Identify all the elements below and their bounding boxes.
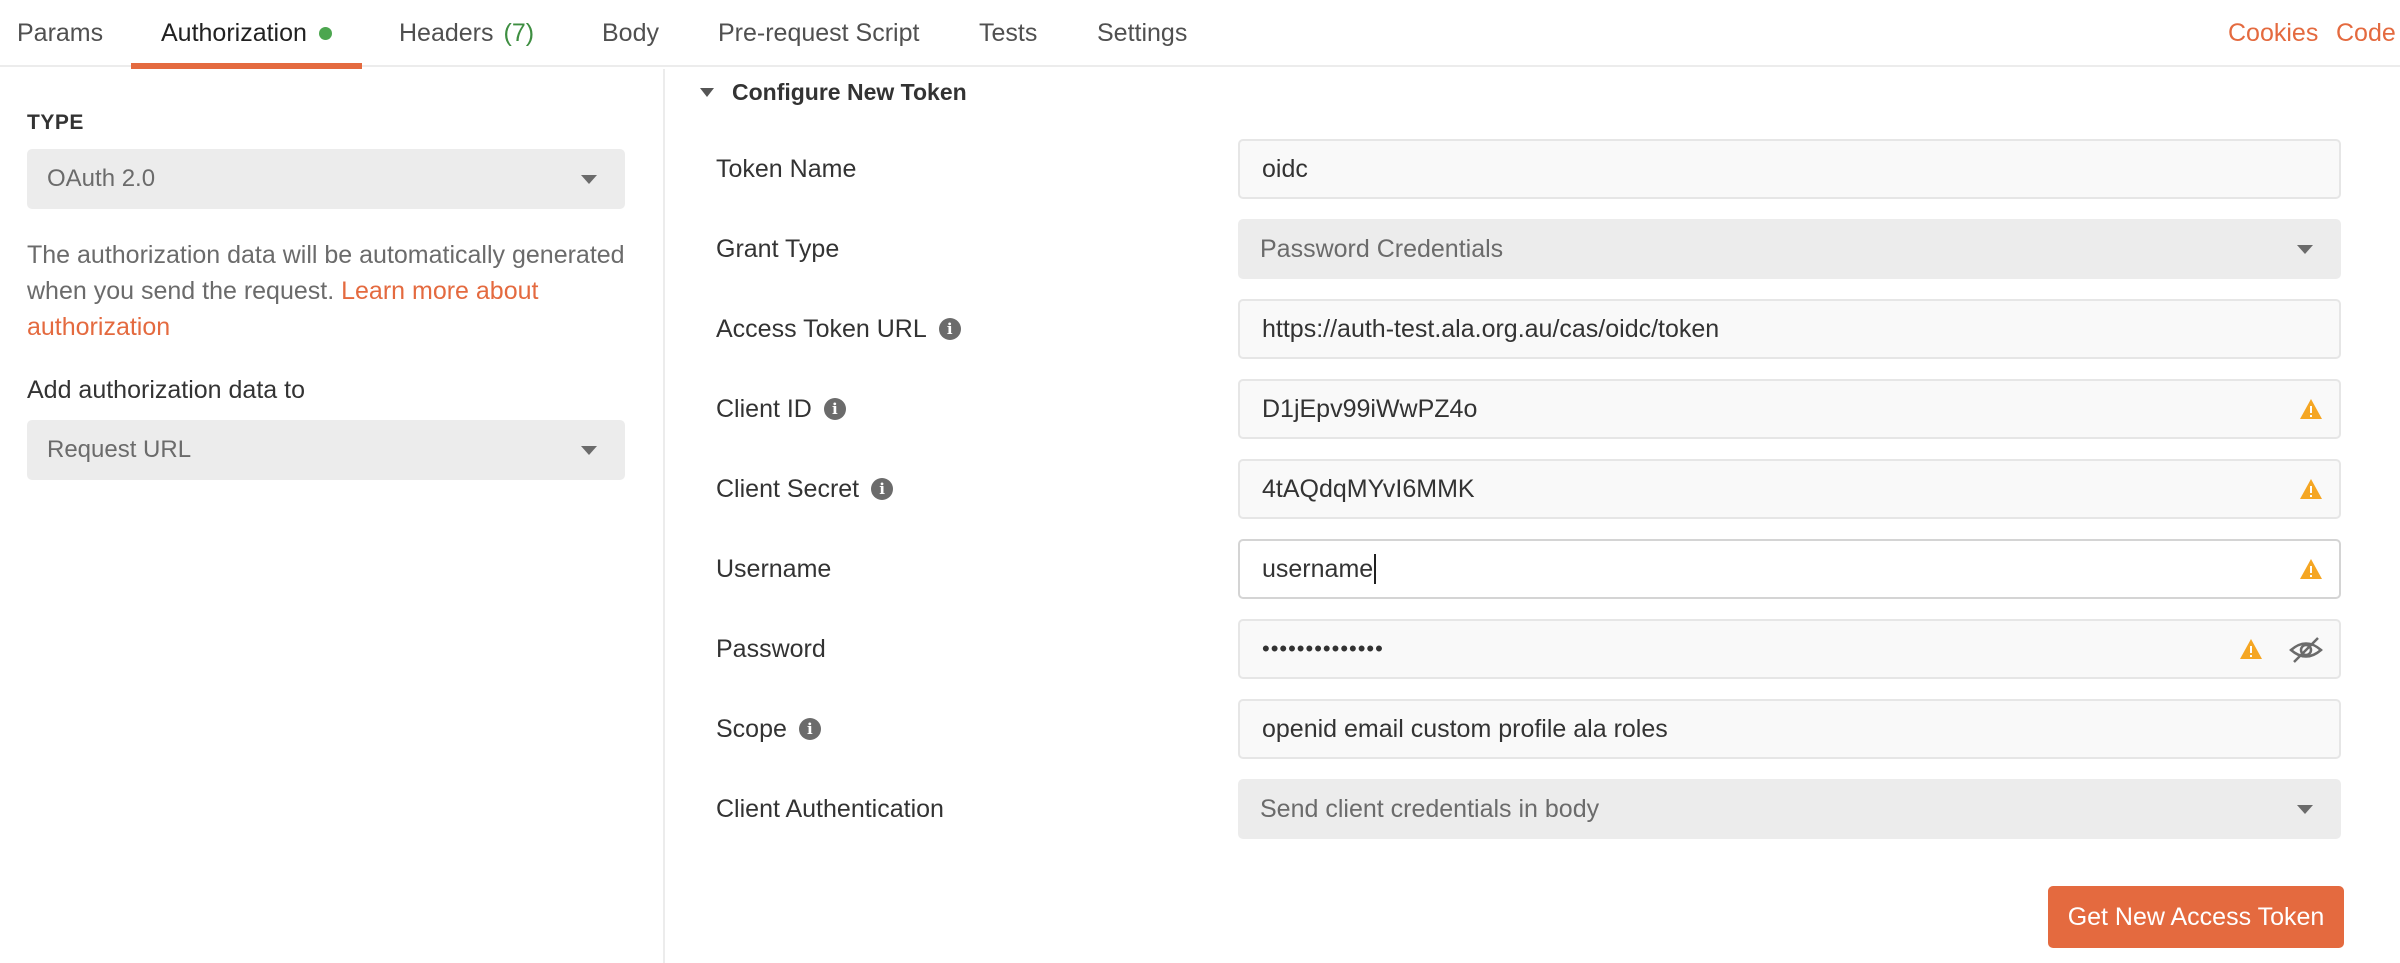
request-tab-bar: Params Authorization Headers (7) Body Pr…	[0, 0, 2400, 69]
type-heading: TYPE	[27, 111, 84, 134]
field-value: Password Credentials	[1260, 234, 1504, 263]
tab-label: Body	[602, 19, 659, 47]
status-dot-icon	[318, 27, 332, 40]
triangle-down-icon	[700, 87, 714, 97]
field-label: Client Secret	[716, 474, 860, 503]
password-input[interactable]: ••••••••••••••	[1238, 619, 2341, 679]
warning-icon[interactable]	[2239, 637, 2263, 661]
tab-tests[interactable]: Tests	[979, 0, 1037, 67]
scope-input[interactable]: openid email custom profile ala roles	[1238, 699, 2341, 759]
client-id-label: Client ID i	[716, 379, 846, 439]
field-label: Client ID	[716, 394, 812, 423]
eye-slash-icon[interactable]	[2289, 635, 2323, 665]
auth-type-select[interactable]: OAuth 2.0	[27, 149, 625, 209]
field-label: Grant Type	[716, 234, 840, 263]
text-cursor	[1374, 554, 1377, 584]
scope-label: Scope i	[716, 699, 821, 759]
info-icon[interactable]: i	[871, 478, 894, 500]
field-value: openid email custom profile ala roles	[1262, 714, 1668, 743]
chevron-down-icon	[2297, 805, 2313, 814]
field-value: ••••••••••••••	[1262, 636, 1384, 661]
field-value: username	[1262, 554, 1374, 583]
warning-icon[interactable]	[2299, 477, 2323, 501]
tab-authorization[interactable]: Authorization	[131, 0, 362, 69]
client-secret-input[interactable]: 4tAQdqMYvI6MMK	[1238, 459, 2341, 519]
configure-new-token-toggle[interactable]: Configure New Token	[700, 77, 967, 107]
field-value: Send client credentials in body	[1260, 794, 1600, 823]
add-auth-data-select[interactable]: Request URL	[27, 420, 625, 480]
info-icon[interactable]: i	[938, 318, 961, 340]
tab-headers[interactable]: Headers (7)	[399, 0, 534, 67]
access-token-url-label: Access Token URL i	[716, 299, 961, 359]
add-auth-data-label: Add authorization data to	[27, 376, 305, 404]
access-token-url-input[interactable]: https://auth-test.ala.org.au/cas/oidc/to…	[1238, 299, 2341, 359]
field-label: Access Token URL	[716, 314, 927, 343]
tab-label: Pre-request Script	[718, 19, 920, 47]
field-value: oidc	[1262, 154, 1308, 183]
warning-icon[interactable]	[2299, 397, 2323, 421]
warning-icon[interactable]	[2299, 557, 2323, 581]
tab-body[interactable]: Body	[602, 0, 659, 67]
field-label: Password	[716, 634, 826, 663]
info-icon[interactable]: i	[798, 718, 821, 740]
field-value: D1jEpv99iWwPZ4o	[1262, 394, 1478, 423]
tab-label: Params	[17, 19, 104, 47]
add-auth-data-value: Request URL	[47, 436, 192, 463]
token-name-label: Token Name	[716, 139, 856, 199]
tab-label: Settings	[1097, 19, 1188, 47]
auth-description: The authorization data will be automatic…	[27, 237, 647, 345]
tab-params[interactable]: Params	[17, 0, 103, 67]
info-icon[interactable]: i	[823, 398, 846, 420]
tab-label: Authorization	[161, 19, 307, 47]
field-label: Client Authentication	[716, 794, 944, 823]
field-value: https://auth-test.ala.org.au/cas/oidc/to…	[1262, 314, 1720, 343]
code-link[interactable]: Code	[2336, 0, 2396, 67]
chevron-down-icon	[2297, 245, 2313, 254]
field-label: Scope	[716, 714, 787, 743]
tab-label: Tests	[979, 19, 1038, 47]
section-title: Configure New Token	[732, 78, 967, 105]
headers-count-badge: (7)	[503, 19, 535, 47]
auth-type-panel: TYPE OAuth 2.0 The authorization data wi…	[0, 69, 665, 963]
password-label: Password	[716, 619, 826, 679]
field-label: Token Name	[716, 154, 857, 183]
token-name-input[interactable]: oidc	[1238, 139, 2341, 199]
client-authentication-label: Client Authentication	[716, 779, 944, 839]
chevron-down-icon	[581, 175, 597, 184]
cookies-link[interactable]: Cookies	[2228, 0, 2318, 67]
grant-type-select[interactable]: Password Credentials	[1238, 219, 2341, 279]
username-input[interactable]: username	[1238, 539, 2341, 599]
chevron-down-icon	[581, 446, 597, 455]
client-id-input[interactable]: D1jEpv99iWwPZ4o	[1238, 379, 2341, 439]
field-label: Username	[716, 554, 832, 583]
configure-token-panel: Configure New Token Token Name oidc Gran…	[667, 69, 2400, 963]
username-label: Username	[716, 539, 831, 599]
tab-settings[interactable]: Settings	[1097, 0, 1187, 67]
client-authentication-select[interactable]: Send client credentials in body	[1238, 779, 2341, 839]
client-secret-label: Client Secret i	[716, 459, 894, 519]
grant-type-label: Grant Type	[716, 219, 839, 279]
auth-type-value: OAuth 2.0	[47, 165, 156, 192]
tab-pre-request-script[interactable]: Pre-request Script	[718, 0, 919, 67]
tab-label: Headers	[399, 19, 494, 47]
field-value: 4tAQdqMYvI6MMK	[1262, 474, 1475, 503]
get-new-access-token-button[interactable]: Get New Access Token	[2048, 886, 2344, 948]
